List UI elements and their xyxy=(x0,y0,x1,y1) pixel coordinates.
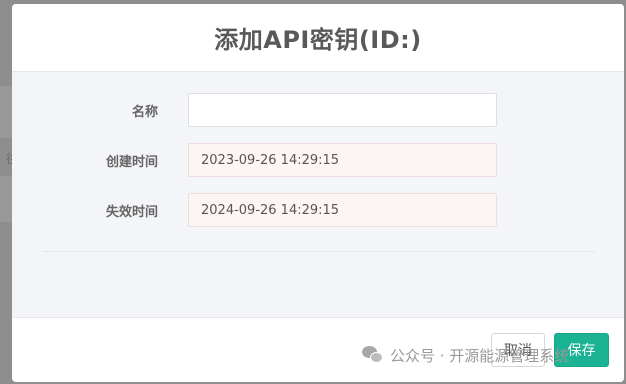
form-row-expire-time: 失效时间 xyxy=(12,193,624,227)
expire-time-input[interactable] xyxy=(188,193,497,227)
form-divider xyxy=(44,251,596,252)
modal-header: 添加API密钥(ID:) xyxy=(12,4,624,72)
watermark-text: 公众号 · 开源能源管理系统 xyxy=(390,346,570,365)
form-row-name: 名称 xyxy=(12,93,624,127)
expire-time-label: 失效时间 xyxy=(105,205,158,220)
name-label: 名称 xyxy=(131,105,158,120)
created-time-input[interactable] xyxy=(188,143,497,177)
modal-title: 添加API密钥(ID:) xyxy=(214,26,422,54)
add-api-key-modal: 添加API密钥(ID:) 名称 创建时间 失效时间 取消 保存 xyxy=(12,4,624,382)
created-time-label: 创建时间 xyxy=(105,155,158,170)
watermark: 公众号 · 开源能源管理系统 xyxy=(362,342,569,368)
name-input[interactable] xyxy=(188,93,497,127)
form-row-created-time: 创建时间 xyxy=(12,143,624,177)
wechat-icon xyxy=(362,346,384,364)
modal-body: 名称 创建时间 失效时间 xyxy=(12,72,624,318)
